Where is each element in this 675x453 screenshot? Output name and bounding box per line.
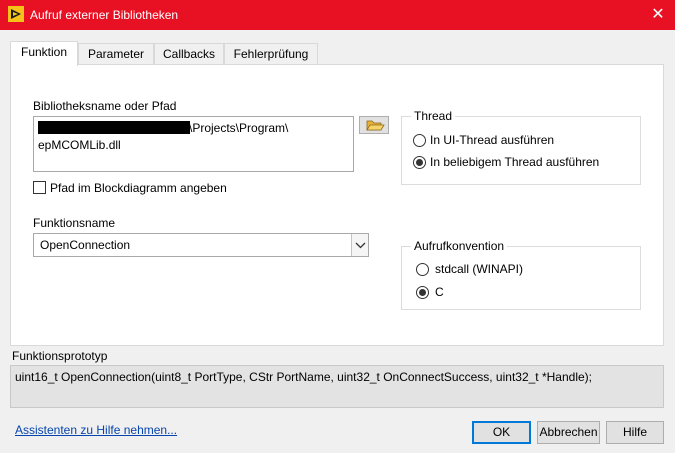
thread-any-label: In beliebigem Thread ausführen bbox=[430, 155, 600, 169]
thread-group: Thread bbox=[401, 109, 641, 185]
thread-ui-label: In UI-Thread ausführen bbox=[430, 133, 555, 147]
cancel-button[interactable]: Abbrechen bbox=[537, 421, 600, 444]
calling-convention-group: Aufrufkonvention bbox=[401, 239, 641, 310]
function-name-label: Funktionsname bbox=[33, 216, 116, 230]
browse-button[interactable] bbox=[359, 116, 389, 134]
window-title: Aufruf externer Bibliotheken bbox=[30, 8, 179, 22]
tab-parameter[interactable]: Parameter bbox=[78, 43, 154, 65]
prototype-label: Funktionsprototyp bbox=[12, 349, 108, 363]
library-path-line-1: \Projects\Program\ bbox=[38, 120, 349, 137]
thread-group-title: Thread bbox=[411, 109, 456, 123]
library-path-label: Bibliotheksname oder Pfad bbox=[33, 99, 177, 113]
dropdown-button[interactable] bbox=[351, 234, 368, 256]
library-path-input[interactable]: \Projects\Program\ epMCOMLib.dll bbox=[33, 116, 354, 172]
folder-open-icon bbox=[366, 120, 385, 131]
path-in-diagram-label: Pfad im Blockdiagramm angeben bbox=[50, 181, 227, 195]
redacted-block bbox=[38, 121, 190, 134]
prototype-display: uint16_t OpenConnection(uint8_t PortType… bbox=[10, 365, 664, 408]
thread-any-radio[interactable] bbox=[413, 156, 426, 169]
title-bar: Aufruf externer Bibliotheken ✕ bbox=[0, 0, 675, 30]
stdcall-radio[interactable] bbox=[416, 263, 429, 276]
close-icon[interactable]: ✕ bbox=[641, 0, 675, 30]
tab-funktion[interactable]: Funktion bbox=[10, 41, 78, 66]
tab-callbacks[interactable]: Callbacks bbox=[154, 43, 224, 65]
stdcall-label: stdcall (WINAPI) bbox=[435, 262, 524, 276]
prototype-text: uint16_t OpenConnection(uint8_t PortType… bbox=[15, 370, 592, 384]
chevron-down-icon bbox=[355, 242, 366, 249]
thread-ui-radio[interactable] bbox=[413, 134, 426, 147]
help-button[interactable]: Hilfe bbox=[606, 421, 664, 444]
help-assistant-link[interactable]: Assistenten zu Hilfe nehmen... bbox=[15, 423, 177, 437]
labview-app-icon bbox=[8, 6, 24, 22]
function-name-value: OpenConnection bbox=[40, 238, 131, 252]
path-in-diagram-checkbox[interactable] bbox=[33, 181, 46, 194]
tab-fehlerpruefung[interactable]: Fehlerprüfung bbox=[224, 43, 318, 65]
library-path-line-2: epMCOMLib.dll bbox=[38, 138, 121, 152]
c-convention-radio[interactable] bbox=[416, 286, 429, 299]
c-convention-label: C bbox=[435, 285, 444, 299]
calling-convention-title: Aufrufkonvention bbox=[411, 239, 508, 253]
function-name-select[interactable]: OpenConnection bbox=[33, 233, 369, 257]
ok-button[interactable]: OK bbox=[472, 421, 531, 444]
